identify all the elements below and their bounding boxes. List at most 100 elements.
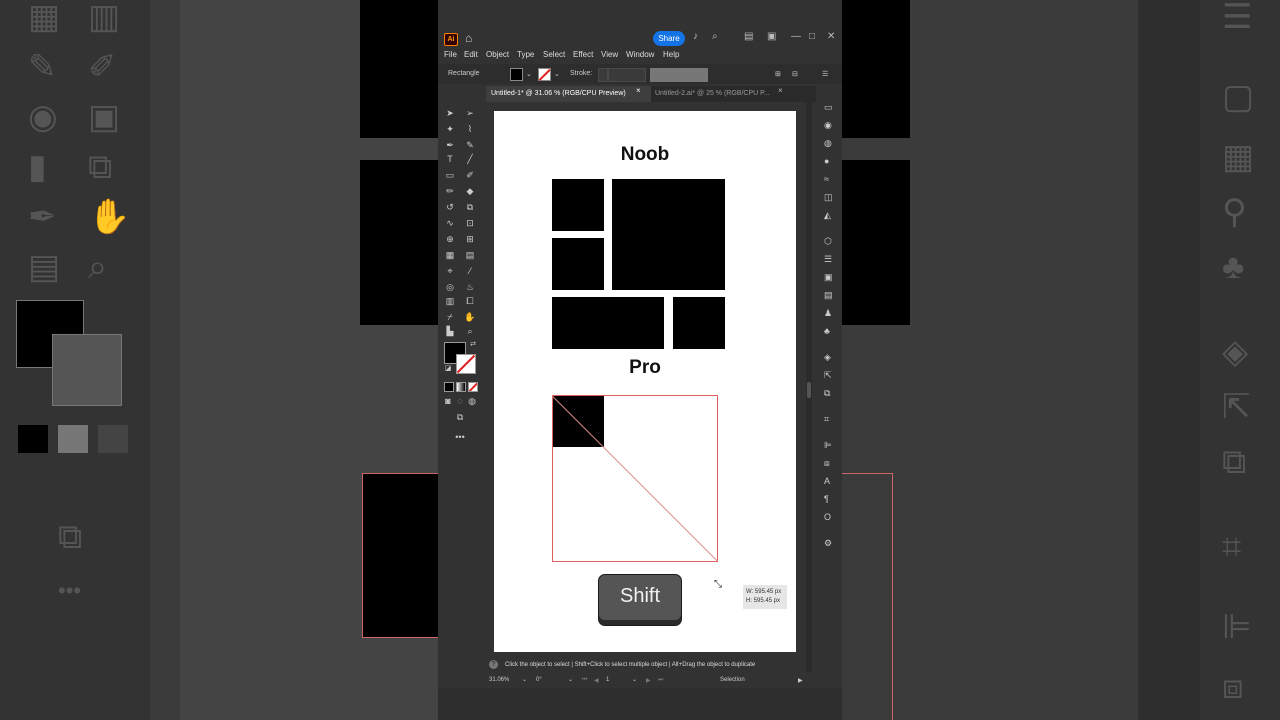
- maximize-icon[interactable]: □: [809, 31, 815, 42]
- menu-view[interactable]: View: [601, 50, 618, 59]
- image-trace-icon[interactable]: ▤: [824, 290, 833, 301]
- shape-builder-icon[interactable]: ⊕: [444, 234, 456, 245]
- tab-untitled-2[interactable]: Untitled-2.ai* @ 25 % (RGB/CPU P...: [650, 86, 815, 102]
- noob-rect-small-1[interactable]: [552, 179, 604, 231]
- graphic-styles-icon[interactable]: ◫: [824, 192, 833, 203]
- search-icon[interactable]: ⌕: [712, 31, 718, 42]
- color-icon[interactable]: ◍: [824, 138, 832, 149]
- next-artboard-icon[interactable]: ▶: [646, 677, 651, 684]
- artboard-tool-icon[interactable]: ⧠: [464, 296, 476, 307]
- close-tab-icon[interactable]: ×: [778, 86, 783, 95]
- zoom-tool-icon[interactable]: ⌕: [464, 326, 476, 337]
- gradient-icon[interactable]: ◭: [824, 210, 831, 221]
- first-artboard-icon[interactable]: ⏮: [582, 677, 587, 684]
- draw-behind-icon[interactable]: ◌: [454, 396, 466, 406]
- tab-untitled-1[interactable]: Untitled-1* @ 31.06 % (RGB/CPU Preview): [486, 86, 651, 102]
- menu-object[interactable]: Object: [486, 50, 509, 59]
- chevron-down-icon[interactable]: ⌄: [526, 70, 532, 78]
- paintbrush-icon[interactable]: ✐: [464, 170, 476, 181]
- arrange-documents-icon[interactable]: ▤: [744, 31, 753, 42]
- pen-tool-icon[interactable]: ✒: [444, 140, 456, 151]
- graph-tool-icon[interactable]: ▥: [444, 296, 456, 307]
- properties-icon[interactable]: ▭: [824, 102, 833, 113]
- blend-tool-icon[interactable]: ◎: [444, 282, 456, 293]
- plugins-icon[interactable]: ⚙: [824, 538, 832, 549]
- chevron-down-icon[interactable]: ⌄: [554, 70, 560, 78]
- selection-tool-icon[interactable]: ➤: [444, 108, 456, 119]
- eyedropper-icon[interactable]: ⌖: [444, 266, 456, 277]
- help-icon[interactable]: ?: [489, 660, 498, 669]
- draw-inside-icon[interactable]: ◍: [466, 396, 478, 407]
- symbol-sprayer-icon[interactable]: ♨: [464, 282, 476, 293]
- noob-rect-small-3[interactable]: [673, 297, 725, 349]
- none-mode-icon[interactable]: [468, 382, 478, 392]
- eraser-icon[interactable]: ◆: [464, 186, 476, 197]
- chevron-down-icon[interactable]: ⌄: [522, 676, 527, 683]
- pencil-icon[interactable]: ✏: [444, 186, 456, 197]
- swatches-icon[interactable]: ●: [824, 156, 829, 166]
- stroke-weight-dropdown[interactable]: [608, 68, 646, 82]
- symbols-icon[interactable]: ♣: [824, 326, 830, 336]
- align-icon[interactable]: ⊞: [775, 70, 781, 78]
- gradient-mode-icon[interactable]: [456, 382, 466, 392]
- menu-window[interactable]: Window: [626, 50, 654, 59]
- color-mode-icon[interactable]: [444, 382, 454, 392]
- artboard[interactable]: Noob Pro ⤡ W: 595.45 px H: 595.45 px Shi…: [494, 111, 796, 652]
- warp-tool-icon[interactable]: ∿: [444, 218, 456, 229]
- menu-effect[interactable]: Effect: [573, 50, 593, 59]
- swap-colors-icon[interactable]: ⇄: [467, 340, 479, 348]
- fill-swatch[interactable]: [510, 68, 523, 81]
- layers-icon[interactable]: ◈: [824, 352, 831, 363]
- draw-normal-icon[interactable]: ◙: [442, 396, 454, 406]
- hand-tool-icon[interactable]: ✋: [464, 312, 476, 323]
- transform-icon[interactable]: ⊟: [792, 70, 798, 78]
- perspective-grid-icon[interactable]: ⊞: [464, 234, 476, 245]
- curvature-tool-icon[interactable]: ✎: [464, 140, 476, 151]
- artboards-icon[interactable]: ⧉: [824, 388, 830, 399]
- menu-type[interactable]: Type: [517, 50, 534, 59]
- minimize-icon[interactable]: —: [791, 31, 801, 42]
- chevron-down-icon[interactable]: ⌄: [632, 676, 637, 683]
- 3d-icon[interactable]: ⬡: [824, 236, 832, 247]
- screen-mode-icon[interactable]: ⧉: [454, 412, 466, 423]
- scaling-bounding-box[interactable]: [552, 395, 719, 563]
- menu-help[interactable]: Help: [663, 50, 679, 59]
- transform-panel-icon[interactable]: ⌗: [824, 414, 829, 425]
- rotation-value[interactable]: 0°: [536, 677, 542, 683]
- noob-rect-small-2[interactable]: [552, 238, 604, 290]
- share-button[interactable]: Share: [653, 31, 685, 46]
- stroke-weight-stepper[interactable]: [598, 68, 608, 82]
- line-tool-icon[interactable]: ╱: [464, 154, 476, 165]
- rotate-view-icon[interactable]: ▙: [444, 326, 456, 337]
- magic-wand-icon[interactable]: ✦: [444, 124, 456, 135]
- edit-toolbar-icon[interactable]: •••: [454, 432, 466, 442]
- menu-file[interactable]: File: [444, 50, 457, 59]
- appearance-icon[interactable]: ◉: [824, 120, 832, 131]
- status-menu-icon[interactable]: ▶: [798, 677, 803, 684]
- opentype-icon[interactable]: O: [824, 512, 831, 522]
- zoom-level[interactable]: 31.06%: [489, 677, 509, 683]
- adjustments-icon[interactable]: ☰: [824, 254, 832, 265]
- puppet-icon[interactable]: ♟: [824, 308, 832, 319]
- mesh-tool-icon[interactable]: ▦: [444, 250, 456, 261]
- libraries-icon[interactable]: ▣: [824, 272, 833, 283]
- variable-width-dropdown[interactable]: [650, 68, 708, 82]
- chevron-down-icon[interactable]: ⌄: [568, 676, 573, 683]
- artboard-number[interactable]: 1: [606, 677, 609, 683]
- scrollbar-thumb[interactable]: [807, 382, 811, 398]
- scale-tool-icon[interactable]: ⧉: [464, 202, 476, 213]
- close-tab-icon[interactable]: ×: [636, 86, 641, 95]
- notifications-icon[interactable]: ♪: [693, 31, 698, 42]
- noob-rect-large[interactable]: [612, 179, 725, 290]
- type-tool-icon[interactable]: T: [444, 154, 456, 164]
- free-transform-icon[interactable]: ⊡: [464, 218, 476, 229]
- default-colors-icon[interactable]: ◪: [442, 364, 454, 372]
- noob-rect-wide[interactable]: [552, 297, 664, 349]
- slice-tool-icon[interactable]: ⌿: [444, 312, 456, 323]
- close-window-icon[interactable]: ✕: [827, 31, 835, 42]
- align-panel-icon[interactable]: ⊫: [824, 440, 832, 451]
- panel-menu-icon[interactable]: ☰: [822, 70, 828, 78]
- brushes-icon[interactable]: ≈: [824, 174, 829, 184]
- stroke-color-box[interactable]: [456, 354, 476, 374]
- stroke-swatch[interactable]: [538, 68, 551, 81]
